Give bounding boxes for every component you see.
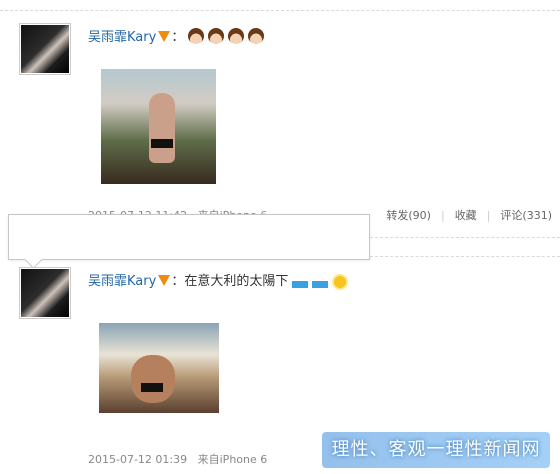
emoji-girl-icon bbox=[228, 28, 245, 44]
divider bbox=[370, 256, 560, 257]
comment-button[interactable]: 评论(331) bbox=[500, 209, 552, 222]
vip-badge-icon bbox=[158, 275, 171, 286]
divider bbox=[370, 237, 560, 238]
emoji-girl-icon bbox=[188, 28, 205, 44]
colon: ： bbox=[171, 274, 185, 289]
avatar[interactable] bbox=[19, 267, 71, 319]
author-link[interactable]: 吴雨霏Kary bbox=[88, 274, 156, 289]
emoji-sun-icon bbox=[334, 276, 347, 288]
hover-tooltip bbox=[8, 214, 370, 260]
repost-button[interactable]: 转发(90) bbox=[386, 209, 431, 222]
colon: ： bbox=[171, 30, 185, 45]
post-source: 来自iPhone 6 bbox=[197, 453, 268, 466]
post-2-photo[interactable] bbox=[99, 323, 219, 413]
post-text: 在意大利的太陽下 bbox=[184, 274, 289, 289]
avatar[interactable] bbox=[19, 23, 71, 75]
emoji-girl-icon bbox=[248, 28, 265, 44]
post-2-header: 吴雨霏Kary ：在意大利的太陽下 bbox=[88, 272, 347, 291]
favorite-button[interactable]: 收藏 bbox=[455, 209, 477, 222]
post-1-header: 吴雨霏Kary ： bbox=[88, 28, 265, 47]
post-time[interactable]: 2015-07-12 01:39 bbox=[88, 453, 187, 466]
emoji-girl-icon bbox=[208, 28, 225, 44]
post-2-meta: 2015-07-12 01:39 来自iPhone 6 bbox=[88, 451, 267, 467]
post-1-photo[interactable] bbox=[101, 69, 216, 184]
divider-top bbox=[0, 10, 560, 11]
vip-badge-icon bbox=[158, 31, 171, 42]
emoji-wave-icon bbox=[312, 272, 329, 288]
emoji-wave-icon bbox=[292, 272, 309, 288]
watermark: 理性、客观一理性新闻网 bbox=[322, 432, 550, 468]
post-1-actions: 转发(90) | 收藏 | 评论(331) bbox=[386, 209, 552, 222]
author-link[interactable]: 吴雨霏Kary bbox=[88, 30, 156, 45]
